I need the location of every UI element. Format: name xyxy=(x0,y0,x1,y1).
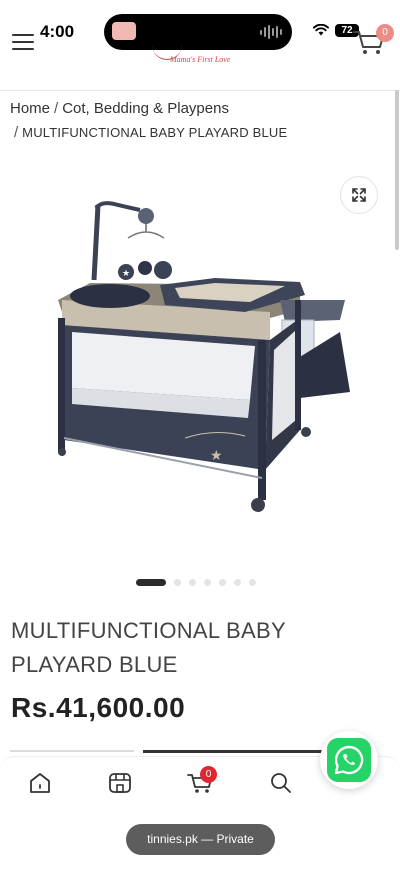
add-to-cart-edge[interactable] xyxy=(143,750,333,753)
browser-url-pill[interactable]: tinnies.pk — Private xyxy=(126,824,275,855)
gallery-dot[interactable] xyxy=(174,579,181,586)
logo-tagline[interactable]: Mama's First Love xyxy=(170,55,230,64)
gallery-dot[interactable] xyxy=(189,579,196,586)
gallery-dot[interactable] xyxy=(249,579,256,586)
fullscreen-button[interactable] xyxy=(340,176,378,214)
breadcrumb-home[interactable]: Home xyxy=(10,100,50,117)
breadcrumb-separator: / xyxy=(14,124,19,141)
gallery-dot[interactable] xyxy=(219,579,226,586)
product-price: Rs.41,600.00 xyxy=(11,692,186,723)
search-icon[interactable] xyxy=(268,770,294,796)
svg-text:★: ★ xyxy=(210,448,223,464)
gallery-dot[interactable] xyxy=(234,579,241,586)
header-cart-badge: 0 xyxy=(376,24,394,42)
whatsapp-icon xyxy=(327,738,371,782)
menu-icon[interactable] xyxy=(12,34,34,50)
media-thumbnail xyxy=(112,22,136,40)
audio-wave-icon xyxy=(260,25,282,39)
gallery-dot[interactable] xyxy=(136,579,166,586)
header-divider xyxy=(0,90,400,91)
status-bar: 4:00 72 xyxy=(0,0,400,62)
cart-badge: 0 xyxy=(200,766,217,783)
shop-icon[interactable] xyxy=(107,770,133,796)
breadcrumb: Home / Cot, Bedding & Playpens / MULTIFUNCT… xyxy=(10,97,390,145)
dynamic-island xyxy=(104,14,292,50)
svg-text:★: ★ xyxy=(122,269,130,279)
gallery-dot[interactable] xyxy=(204,579,211,586)
breadcrumb-category[interactable]: Cot, Bedding & Playpens xyxy=(62,100,229,117)
quantity-selector-edge[interactable] xyxy=(10,750,134,752)
gallery-pagination xyxy=(136,579,256,586)
breadcrumb-current: MULTIFUNCTIONAL BABY PLAYARD BLUE xyxy=(22,125,288,140)
wifi-icon xyxy=(313,24,329,36)
home-icon[interactable] xyxy=(27,770,53,796)
breadcrumb-separator: / xyxy=(54,100,59,117)
product-title: MULTIFUNCTIONAL BABY PLAYARD BLUE xyxy=(11,618,286,677)
product-image[interactable]: ★ ★ xyxy=(0,160,400,570)
whatsapp-button[interactable] xyxy=(320,731,378,789)
expand-icon xyxy=(352,188,366,202)
status-time: 4:00 xyxy=(40,22,75,41)
